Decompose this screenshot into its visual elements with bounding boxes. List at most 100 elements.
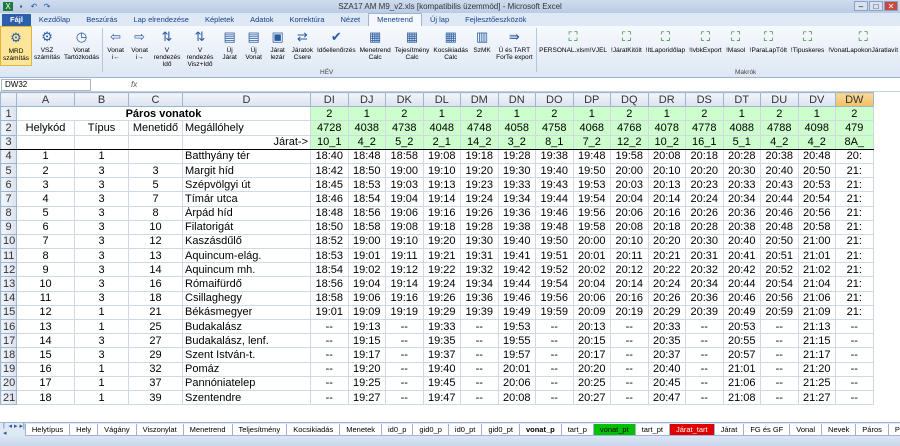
time-cell[interactable]: 21:13 [797,318,836,335]
sheet-tab[interactable]: Járat [713,423,745,436]
time-cell[interactable]: -- [535,347,574,363]
station-name[interactable]: Filatorigát [182,219,311,235]
column-header[interactable]: C [128,92,183,108]
cell[interactable]: 13 [16,318,75,335]
cell[interactable]: 8_1 [535,134,574,150]
header-cell[interactable]: Helykód [16,120,75,136]
time-cell[interactable]: 19:18 [460,148,499,164]
time-cell[interactable]: 20:48 [760,219,799,235]
time-cell[interactable]: 20:26 [647,290,686,306]
time-cell[interactable]: 20:13 [572,318,611,335]
cell[interactable]: 18 [128,290,183,306]
time-cell[interactable]: 19:24 [460,191,499,207]
time-cell[interactable]: 19:14 [385,276,424,292]
cell[interactable]: 10_1 [310,134,349,150]
time-cell[interactable]: 20:23 [685,177,724,193]
ribbon-button[interactable]: ⛶ !JáratKitölt [609,26,644,66]
time-cell[interactable]: -- [685,361,724,377]
time-cell[interactable]: 20:12 [610,262,649,278]
cell[interactable]: 10_2 [647,134,686,150]
time-cell[interactable]: -- [460,347,499,363]
cell[interactable]: 3 [74,219,129,235]
station-name[interactable]: Tímár utca [182,191,311,207]
time-cell[interactable]: 19:36 [497,205,536,221]
time-cell[interactable]: 19:30 [460,233,499,250]
station-name[interactable]: Aquincum mh. [182,262,311,278]
time-cell[interactable]: 20:33 [647,318,686,335]
cell[interactable]: 14_2 [460,134,499,150]
ribbon-button[interactable]: ⛶ !IvbkExport [687,26,724,66]
time-cell[interactable]: 20:53 [722,318,761,335]
time-cell[interactable]: -- [685,389,724,406]
cell[interactable]: 4728 [310,120,349,136]
time-cell[interactable]: 19:26 [460,205,499,221]
time-cell[interactable]: -- [685,347,724,363]
time-cell[interactable]: 19:01 [310,304,349,321]
time-cell[interactable]: 19:50 [535,233,574,250]
row-header[interactable]: 12 [0,262,17,278]
time-cell[interactable]: 19:44 [535,191,574,207]
row-header[interactable]: 4 [0,148,17,164]
cell[interactable]: 2 [835,106,874,122]
time-cell[interactable]: -- [610,318,649,335]
time-cell[interactable]: 19:58 [610,148,649,164]
time-cell[interactable]: 19:48 [535,219,574,235]
time-cell[interactable]: -- [460,389,499,406]
ribbon-tab[interactable]: Nézet [333,14,369,26]
station-name[interactable]: Szépvölgyi út [182,177,311,193]
jarat-label[interactable]: Járat-> [182,134,311,150]
cell[interactable]: 2 [685,106,724,122]
row-header[interactable]: 3 [0,134,17,150]
time-cell[interactable]: 18:58 [385,148,424,164]
time-cell[interactable]: 19:20 [460,162,499,179]
column-header[interactable]: DV [797,92,836,108]
time-cell[interactable]: 19:35 [422,333,461,349]
time-cell[interactable]: 20:41 [722,248,761,264]
time-cell[interactable]: 19:33 [422,318,461,335]
cell[interactable]: 2 [385,106,424,122]
time-cell[interactable]: 18:42 [310,162,349,179]
cell[interactable]: 3 [74,333,129,349]
cell[interactable]: 4738 [385,120,424,136]
cell[interactable] [16,134,75,150]
time-cell[interactable]: 20:34 [722,191,761,207]
cell[interactable]: 4768 [610,120,649,136]
cell[interactable]: 3 [74,262,129,278]
time-cell[interactable]: 19:17 [347,347,386,363]
time-cell[interactable]: 19:56 [535,290,574,306]
time-cell[interactable]: 18:48 [347,148,386,164]
cell[interactable]: 1 [347,106,386,122]
cell[interactable]: 4788 [760,120,799,136]
time-cell[interactable]: 19:33 [497,177,536,193]
time-cell[interactable]: 20:59 [760,304,799,321]
time-cell[interactable]: 20:30 [722,162,761,179]
time-cell[interactable]: 20:08 [497,389,536,406]
time-cell[interactable]: 18:56 [347,205,386,221]
time-cell[interactable]: 20:14 [647,191,686,207]
time-cell[interactable]: 19:57 [497,347,536,363]
column-header[interactable]: DJ [347,92,386,108]
ribbon-button[interactable]: ⛶ !Tipuskeres [789,26,826,66]
ribbon-button[interactable]: ⇛ Ü és TART ForTe export [494,26,535,66]
time-cell[interactable]: -- [760,375,799,391]
time-cell[interactable]: 19:24 [422,276,461,292]
time-cell[interactable]: -- [310,361,349,377]
time-cell[interactable]: 20:45 [647,375,686,391]
time-cell[interactable]: 20:31 [685,248,724,264]
cell[interactable]: 3 [74,191,129,207]
time-cell[interactable]: 18:58 [310,290,349,306]
time-cell[interactable]: 20:39 [685,304,724,321]
time-cell[interactable]: 20:13 [647,177,686,193]
cell[interactable]: 4038 [347,120,386,136]
time-cell[interactable]: 19:14 [422,191,461,207]
cell[interactable] [74,134,129,150]
cell[interactable]: 37 [128,375,183,391]
time-cell[interactable]: 21: [835,219,874,235]
cell[interactable]: 2 [535,106,574,122]
cell[interactable]: 25 [128,318,183,335]
sheet-tab[interactable]: Vágány [97,423,137,436]
row-header[interactable]: 21 [0,389,17,406]
time-cell[interactable]: 19:03 [385,177,424,193]
row-header[interactable]: 14 [0,290,17,306]
time-cell[interactable]: 20:18 [685,148,724,164]
